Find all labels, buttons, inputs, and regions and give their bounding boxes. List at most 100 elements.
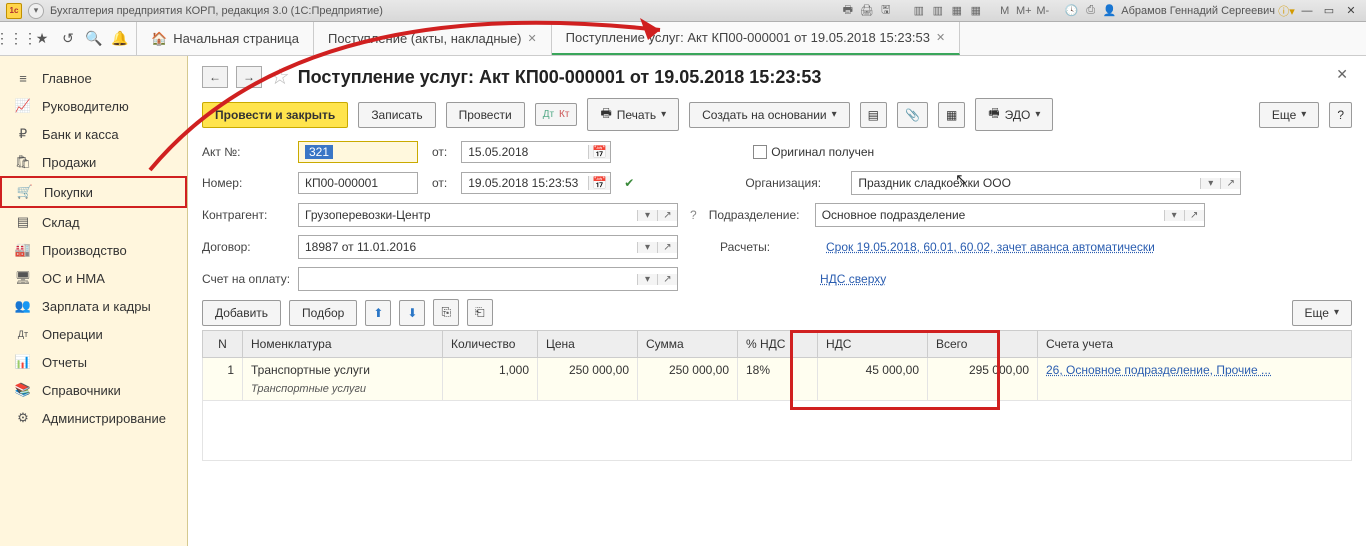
cagent-combo[interactable]: Грузоперевозки-Центр▾↗ (298, 203, 678, 227)
col-price[interactable]: Цена (538, 331, 638, 358)
help-hint-icon[interactable]: ? (684, 208, 703, 222)
attach-button[interactable]: 📎 (897, 102, 928, 128)
sidebar-item-sales[interactable]: 🛍Продажи (0, 148, 187, 176)
dt-kt-button[interactable]: ДтКт (535, 103, 578, 126)
favorite-star-icon[interactable]: ☆ (270, 64, 290, 90)
col-qty[interactable]: Количество (443, 331, 538, 358)
act-date-field[interactable]: 15.05.2018📅 (461, 141, 611, 163)
checkmark-icon[interactable]: ✔ (617, 171, 641, 195)
col-n[interactable]: N (203, 331, 243, 358)
post-button[interactable]: Провести (446, 102, 525, 128)
doc-green-icon[interactable]: ▥ (911, 4, 926, 18)
chevron-down-icon[interactable]: ▾ (637, 210, 657, 221)
col-sum[interactable]: Сумма (638, 331, 738, 358)
window-minimize[interactable]: — (1298, 4, 1316, 18)
vat-link[interactable]: НДС сверху (820, 272, 886, 286)
tab-receipts-close[interactable]: ✕ (527, 32, 536, 45)
col-vat[interactable]: НДС (818, 331, 928, 358)
original-received-checkbox[interactable]: Оригинал получен (753, 145, 874, 160)
sidebar-item-assets[interactable]: 🖥ОС и НМА (0, 264, 187, 292)
m-minus-label[interactable]: M- (1035, 4, 1050, 18)
contract-combo[interactable]: 18987 от 11.01.2016▾↗ (298, 235, 678, 259)
number-date-field[interactable]: 19.05.2018 15:23:53📅 (461, 172, 611, 194)
tab-home[interactable]: 🏠 Начальная страница (137, 22, 314, 55)
tab-act-close[interactable]: ✕ (936, 31, 945, 44)
edo-button[interactable]: 🖷ЭДО▾ (975, 98, 1053, 131)
post-and-close-button[interactable]: Провести и закрыть (202, 102, 348, 128)
apps-icon[interactable]: ⋮⋮⋮ (8, 31, 24, 47)
tab-receipts[interactable]: Поступление (акты, накладные) ✕ (314, 22, 552, 55)
sidebar-item-production[interactable]: 🏭Производство (0, 236, 187, 264)
sidebar-item-catalogs[interactable]: 📚Справочники (0, 376, 187, 404)
history-icon[interactable]: ↺ (60, 31, 76, 47)
calendar2-icon[interactable]: ▦ (968, 4, 983, 18)
sidebar-item-reports[interactable]: 📊Отчеты (0, 348, 187, 376)
window-close[interactable]: ✕ (1342, 4, 1360, 18)
content-close[interactable]: ✕ (1336, 66, 1348, 83)
invoice-combo[interactable]: ▾↗ (298, 267, 678, 291)
record-button[interactable]: Записать (358, 102, 435, 128)
col-item[interactable]: Номенклатура (243, 331, 443, 358)
calendar-icon[interactable]: 📅 (588, 145, 610, 159)
info-icon[interactable]: ⓘ▾ (1279, 4, 1294, 18)
sidebar-item-bank[interactable]: ₽Банк и касса (0, 120, 187, 148)
sidebar-item-manager[interactable]: 📈Руководителю (0, 92, 187, 120)
dept-combo[interactable]: Основное подразделение▾↗ (815, 203, 1205, 227)
move-down-button[interactable]: ⬇ (399, 300, 425, 326)
move-up-button[interactable]: ⬆ (365, 300, 391, 326)
nav-forward-button[interactable]: → (236, 66, 262, 88)
m-label[interactable]: M (997, 4, 1012, 18)
add-row-button[interactable]: Добавить (202, 300, 281, 326)
help-button[interactable]: ? (1329, 102, 1352, 128)
copy-icon-button[interactable]: ⎘ (433, 299, 459, 326)
table-more-button[interactable]: Еще▾ (1292, 300, 1352, 326)
search-icon[interactable]: 🔍 (86, 31, 102, 47)
more-button[interactable]: Еще▾ (1259, 102, 1319, 128)
printer-icon[interactable]: 🖨 (859, 4, 874, 18)
calc-link[interactable]: Срок 19.05.2018, 60.01, 60.02, зачет ава… (826, 240, 1155, 254)
chevron-down-icon[interactable]: ▾ (637, 274, 657, 285)
chevron-down-icon[interactable]: ▾ (1164, 210, 1184, 221)
sidebar-item-hr[interactable]: 👥Зарплата и кадры (0, 292, 187, 320)
sidebar-item-purchases[interactable]: 🛒Покупки (0, 176, 187, 208)
doc-icon-button[interactable]: ▤ (860, 102, 887, 128)
clock-icon[interactable]: 🕓 (1064, 4, 1079, 18)
open-icon[interactable]: ↗ (657, 274, 677, 285)
chevron-down-icon[interactable]: ▾ (1200, 178, 1220, 189)
print-button[interactable]: 🖶Печать▾ (587, 98, 679, 131)
act-no-input[interactable]: 321 (298, 141, 418, 163)
bell-icon[interactable]: 🔔 (112, 31, 128, 47)
nav-back-button[interactable]: ← (202, 66, 228, 88)
m-plus-label[interactable]: M+ (1016, 4, 1031, 18)
doc-blue-icon[interactable]: ▥ (930, 4, 945, 18)
col-total[interactable]: Всего (928, 331, 1038, 358)
print-icon[interactable]: 🖶 (840, 4, 855, 18)
sidebar-item-main[interactable]: ≡Главное (0, 64, 187, 92)
open-icon[interactable]: ↗ (1184, 210, 1204, 221)
calendar1-icon[interactable]: ▦ (949, 4, 964, 18)
table-row[interactable]: 1 Транспортные услуги Транспортные услуг… (203, 358, 1352, 401)
window-restore[interactable]: ▭ (1320, 4, 1338, 18)
col-vatp[interactable]: % НДС (738, 331, 818, 358)
tab-act[interactable]: Поступление услуг: Акт КП00-000001 от 19… (552, 22, 961, 55)
refresh-icon[interactable]: ⎙ (1083, 4, 1098, 18)
sidebar-item-operations[interactable]: ДтОперации (0, 320, 187, 348)
user-name[interactable]: Абрамов Геннадий Сергеевич (1121, 5, 1275, 17)
back-nav-button[interactable]: ▾ (28, 3, 44, 19)
open-icon[interactable]: ↗ (657, 242, 677, 253)
open-icon[interactable]: ↗ (657, 210, 677, 221)
calendar-icon[interactable]: 📅 (588, 176, 610, 190)
org-combo[interactable]: Праздник сладкоежки ООО▾↗ (851, 171, 1241, 195)
number-input[interactable]: КП00-000001 (298, 172, 418, 194)
chevron-down-icon[interactable]: ▾ (637, 242, 657, 253)
create-on-basis-button[interactable]: Создать на основании▾ (689, 102, 850, 128)
open-icon[interactable]: ↗ (1220, 178, 1240, 189)
star-icon[interactable]: ★ (34, 31, 50, 47)
list-icon-button[interactable]: ▦ (938, 102, 965, 128)
sidebar-item-admin[interactable]: ⚙Администрирование (0, 404, 187, 432)
sidebar-item-warehouse[interactable]: ▤Склад (0, 208, 187, 236)
save-icon[interactable]: 🖫 (878, 4, 893, 18)
paste-icon-button[interactable]: ⎗ (467, 299, 493, 326)
col-accounts[interactable]: Счета учета (1038, 331, 1352, 358)
select-items-button[interactable]: Подбор (289, 300, 357, 326)
